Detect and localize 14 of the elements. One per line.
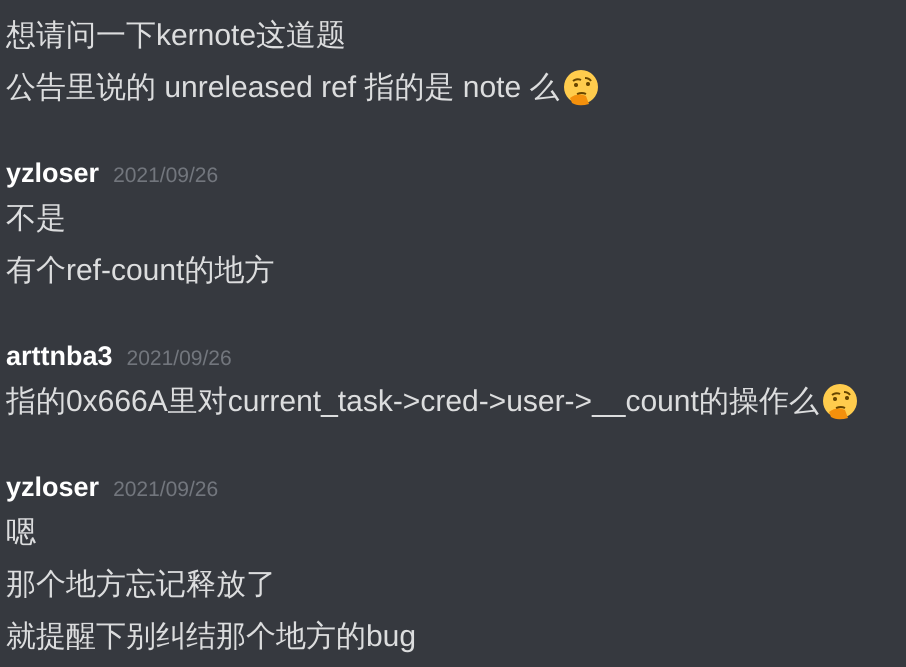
username[interactable]: yzloser xyxy=(6,153,100,193)
message-text: 有个ref-count的地方 xyxy=(6,253,274,289)
message-text: 就提醒下别纠结那个地方的bug xyxy=(6,619,416,655)
message-text: 不是 xyxy=(6,201,66,237)
message-text: 想请问一下kernote这道题 xyxy=(6,18,346,54)
username[interactable]: yzloser xyxy=(6,467,100,507)
message-text: 那个地方忘记释放了 xyxy=(6,567,276,603)
timestamp: 2021/09/26 xyxy=(126,346,232,372)
timestamp: 2021/09/26 xyxy=(113,163,218,189)
username[interactable]: arttnba3 xyxy=(6,336,113,376)
message-text: 公告里说的 unreleased ref 指的是 note 么 xyxy=(6,70,560,106)
message-text: 嗯 xyxy=(6,515,36,551)
message-text: 指的0x666A里对current_task->cred->user->__count的操作么 xyxy=(6,384,819,420)
timestamp: 2021/09/26 xyxy=(113,477,218,503)
